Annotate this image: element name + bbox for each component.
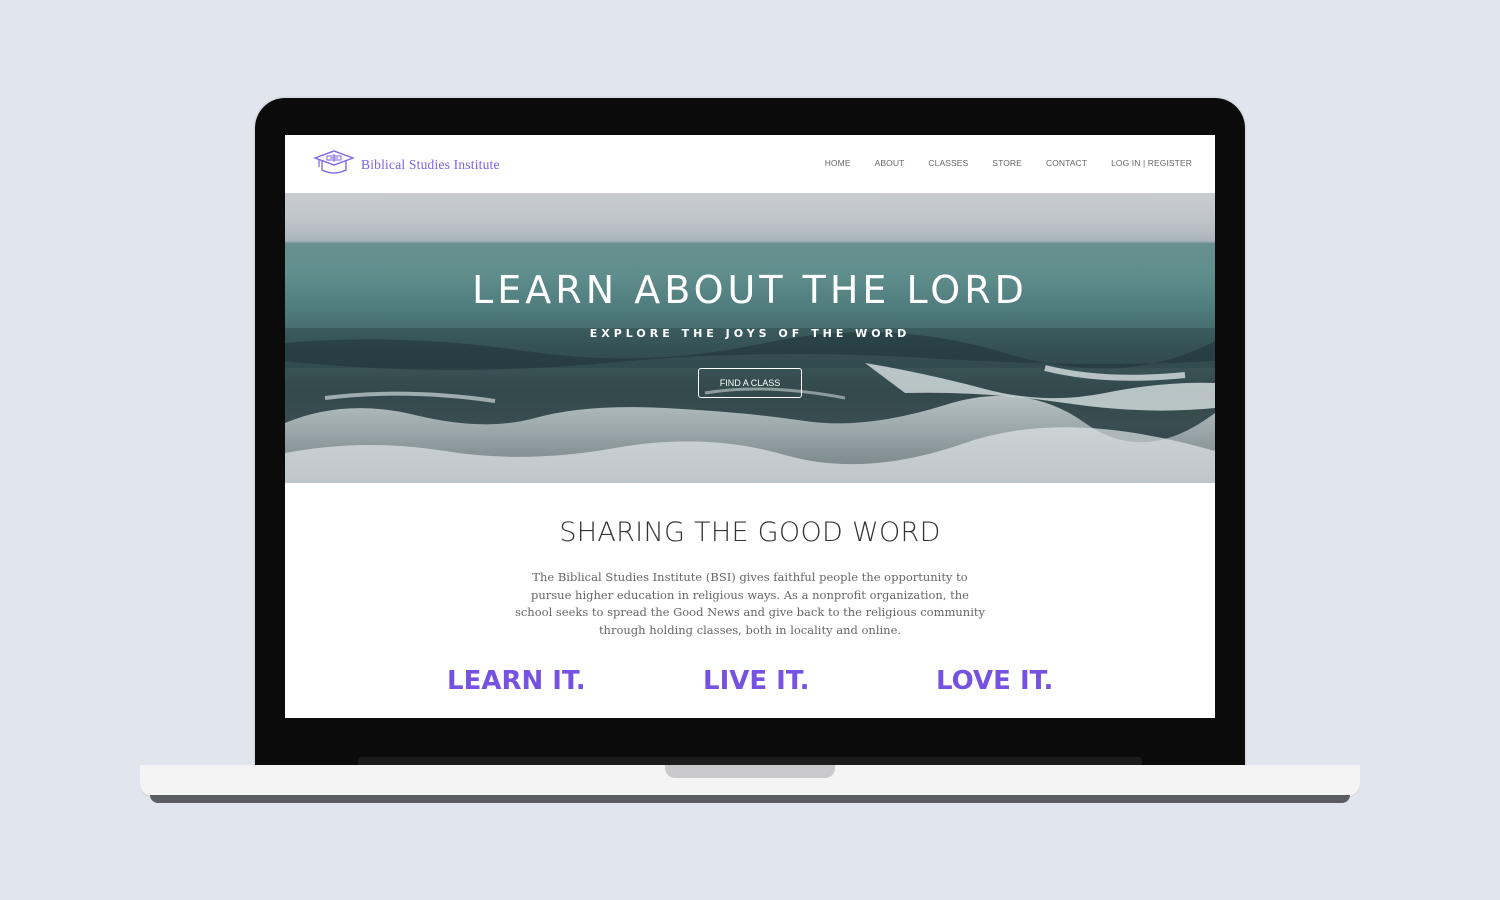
laptop-hinge bbox=[358, 757, 1142, 765]
nav-about[interactable]: ABOUT bbox=[875, 158, 905, 168]
nav-classes[interactable]: CLASSES bbox=[928, 158, 968, 168]
tagline-love: LOVE IT. bbox=[936, 666, 1054, 696]
browser-screen: Biblical Studies Institute HOME ABOUT CL… bbox=[285, 135, 1215, 718]
hero-subtitle: EXPLORE THE JOYS OF THE WORD bbox=[589, 327, 911, 340]
site-logo[interactable]: Biblical Studies Institute bbox=[313, 149, 500, 182]
hero-banner: LEARN ABOUT THE LORD EXPLORE THE JOYS OF… bbox=[285, 193, 1215, 483]
nav-home[interactable]: HOME bbox=[825, 158, 851, 168]
hero-title: LEARN ABOUT THE LORD bbox=[472, 268, 1028, 312]
nav-store[interactable]: STORE bbox=[992, 158, 1022, 168]
laptop-foot bbox=[150, 795, 1350, 803]
nav-contact[interactable]: CONTACT bbox=[1046, 158, 1087, 168]
laptop-notch bbox=[665, 765, 835, 778]
graduation-cap-icon bbox=[313, 149, 355, 182]
section-description: The Biblical Studies Institute (BSI) giv… bbox=[514, 570, 986, 637]
main-nav: HOME ABOUT CLASSES STORE CONTACT LOG IN … bbox=[801, 158, 1192, 168]
site-header: Biblical Studies Institute HOME ABOUT CL… bbox=[285, 135, 1215, 194]
tagline-live: LIVE IT. bbox=[703, 666, 810, 696]
nav-login-register[interactable]: LOG IN | REGISTER bbox=[1111, 158, 1192, 168]
section-title: SHARING THE GOOD WORD bbox=[559, 517, 941, 548]
tagline-learn: LEARN IT. bbox=[447, 666, 586, 696]
logo-text: Biblical Studies Institute bbox=[361, 157, 500, 172]
find-a-class-button[interactable]: FIND A CLASS bbox=[698, 368, 802, 398]
